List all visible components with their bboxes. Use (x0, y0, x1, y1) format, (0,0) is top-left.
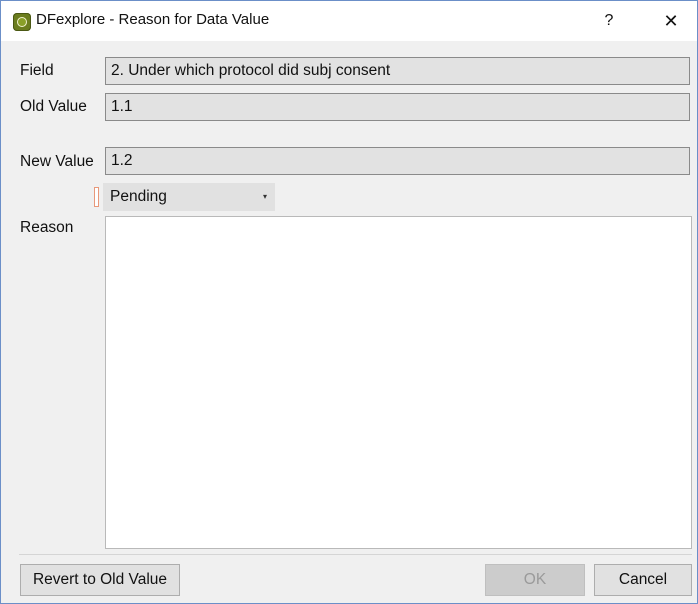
ok-button[interactable]: OK (485, 564, 585, 596)
divider (19, 554, 692, 555)
cancel-button[interactable]: Cancel (594, 564, 692, 596)
chevron-down-icon: ▾ (262, 192, 267, 201)
status-color-marker (94, 187, 99, 207)
revert-to-old-value-button[interactable]: Revert to Old Value (20, 564, 180, 596)
dfexplore-app-icon (13, 13, 31, 31)
reason-dialog: DFexplore - Reason for Data Value ? ✕ Fi… (0, 0, 698, 604)
reason-label: Reason (20, 219, 74, 236)
new-value-display: 1.2 (105, 147, 690, 175)
old-value-display: 1.1 (105, 93, 690, 121)
status-dropdown[interactable]: Pending ▾ (103, 183, 275, 211)
field-display: 2. Under which protocol did subj consent (105, 57, 690, 85)
old-value-label: Old Value (20, 98, 87, 115)
help-button[interactable]: ? (591, 7, 627, 35)
field-label: Field (20, 62, 54, 79)
close-button[interactable]: ✕ (653, 7, 689, 35)
new-value-label: New Value (20, 153, 94, 170)
status-selected-value: Pending (110, 188, 167, 205)
window-title: DFexplore - Reason for Data Value (36, 11, 270, 28)
reason-textarea[interactable] (105, 216, 692, 549)
title-bar: DFexplore - Reason for Data Value ? ✕ (1, 1, 697, 41)
